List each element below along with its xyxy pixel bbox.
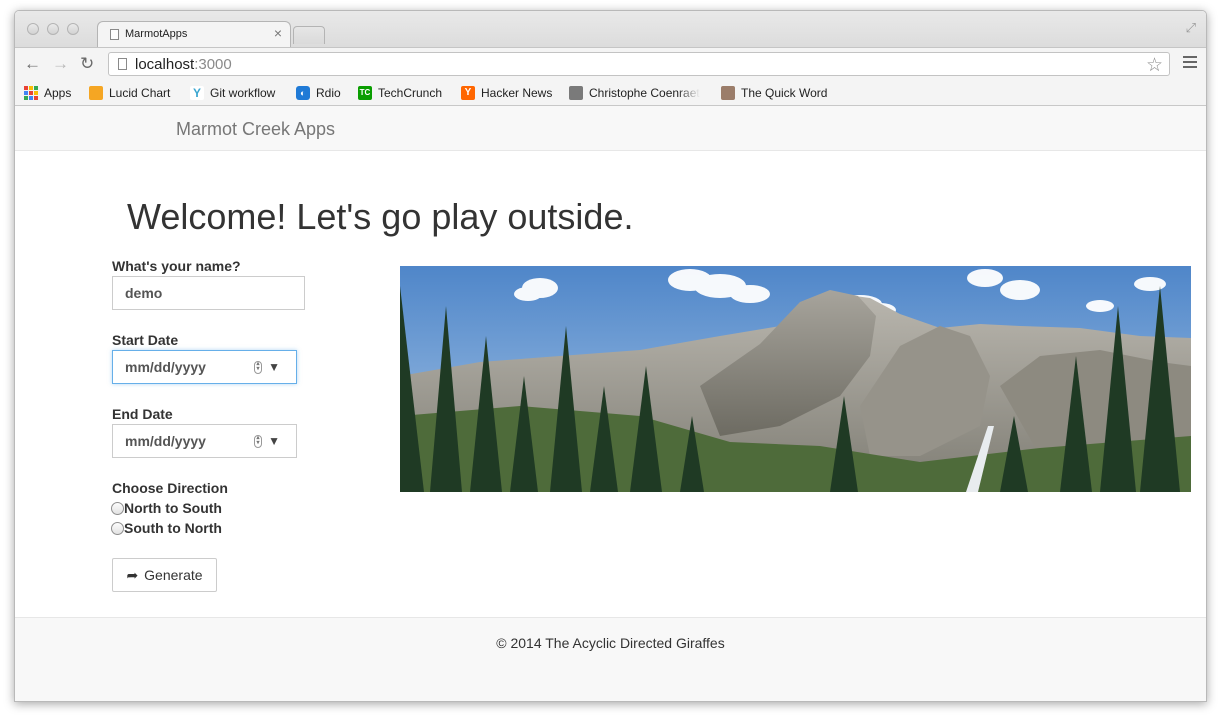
menu-icon[interactable] [1183, 56, 1197, 71]
rdio-icon: ◐ [296, 86, 310, 100]
bookmark-techcrunch[interactable]: TC TechCrunch [358, 84, 442, 102]
radio-label: North to South [124, 500, 222, 516]
close-tab-icon[interactable]: × [274, 25, 282, 41]
radio-button[interactable] [111, 521, 124, 535]
bookmark-lucid-chart[interactable]: Lucid Chart [89, 84, 170, 102]
bookmark-the-quick-word[interactable]: The Quick Word [721, 84, 827, 102]
zoom-window-button[interactable] [67, 23, 79, 35]
bookmark-label: Rdio [316, 86, 341, 100]
spinner-icon[interactable]: ▴ ▾ [254, 361, 262, 374]
browser-window: MarmotApps × ⤢ ← → ↻ localhost:3000 ☆ Ap… [14, 10, 1207, 702]
new-tab-button[interactable] [293, 26, 325, 44]
site-footer: © 2014 The Acyclic Directed Giraffes [15, 617, 1206, 701]
reload-icon[interactable]: ↻ [80, 55, 94, 73]
bookmark-label: Git workflow [210, 86, 276, 100]
back-arrow-icon[interactable]: ← [24, 55, 41, 73]
start-date-placeholder: mm/dd/yyyy [125, 359, 206, 375]
minimize-window-button[interactable] [47, 23, 59, 35]
spinner-icon[interactable]: ▴ ▾ [254, 435, 262, 448]
bookmark-hacker-news[interactable]: Y Hacker News [461, 84, 552, 102]
git-icon: Y [190, 86, 204, 100]
bookmark-label: TechCrunch [378, 86, 443, 100]
browser-toolbar: ← → ↻ localhost:3000 ☆ [15, 47, 1206, 82]
site-navbar: Marmot Creek Apps [15, 106, 1206, 151]
web-page: Marmot Creek Apps Welcome! Let's go play… [15, 106, 1206, 701]
name-input-value: demo [125, 285, 163, 301]
start-date-label: Start Date [112, 332, 179, 348]
hacker-news-icon: Y [461, 86, 475, 100]
tab-strip: MarmotApps × ⤢ [15, 11, 1206, 48]
radio-button[interactable] [111, 501, 124, 515]
tab-title: MarmotApps [125, 28, 188, 40]
close-window-button[interactable] [27, 23, 39, 35]
direction-label: Choose Direction [112, 480, 228, 496]
avatar-icon [569, 86, 583, 100]
share-arrow-icon: ➦ [126, 566, 139, 583]
end-date-placeholder: mm/dd/yyyy [125, 433, 206, 449]
apps-grid-icon [24, 86, 38, 100]
bookmark-christophe-coenraet[interactable]: Christophe Coenraet [569, 84, 700, 102]
name-label: What's your name? [112, 258, 241, 274]
fullscreen-icon[interactable]: ⤢ [1186, 20, 1196, 36]
generate-label: Generate [144, 567, 203, 583]
techcrunch-icon: TC [358, 86, 372, 100]
radio-north-to-south[interactable]: North to South [111, 500, 222, 516]
bookmark-apps[interactable]: Apps [24, 84, 71, 102]
bookmark-label: Lucid Chart [109, 86, 171, 100]
name-input[interactable]: demo [112, 276, 305, 310]
star-icon[interactable]: ☆ [1146, 54, 1163, 77]
url-text[interactable]: localhost:3000 [135, 56, 232, 73]
page-icon [110, 29, 119, 40]
dropdown-caret-icon[interactable]: ▼ [268, 360, 280, 374]
page-title: Welcome! Let's go play outside. [127, 196, 634, 237]
bookmark-label: Christophe Coenraet [589, 86, 700, 100]
radio-south-to-north[interactable]: South to North [111, 520, 222, 536]
url-port: :3000 [194, 56, 232, 73]
forward-arrow-icon[interactable]: → [52, 55, 69, 73]
bookmark-label: Apps [44, 86, 72, 100]
bookmark-git-workflow[interactable]: Y Git workflow [190, 84, 275, 102]
start-date-input[interactable]: mm/dd/yyyy ▴ ▾ ▼ [112, 350, 297, 384]
navbar-brand-link[interactable]: Marmot Creek Apps [176, 119, 335, 140]
radio-label: South to North [124, 520, 222, 536]
generate-button[interactable]: ➦ Generate [112, 558, 217, 592]
bookmark-rdio[interactable]: ◐ Rdio [296, 84, 341, 102]
url-host: localhost [135, 56, 195, 73]
footer-copyright: © 2014 The Acyclic Directed Giraffes [496, 635, 725, 651]
bookmark-label: The Quick Word [741, 86, 828, 100]
lucid-chart-icon [89, 86, 103, 100]
page-icon [118, 58, 127, 70]
bookmarks-bar: Apps Lucid Chart Y Git workflow ◐ Rdio T… [15, 81, 1206, 106]
end-date-label: End Date [112, 406, 173, 422]
bookmark-label: Hacker News [481, 86, 553, 100]
tab-marmotapps[interactable]: MarmotApps × [97, 21, 291, 48]
quick-word-icon [721, 86, 735, 100]
address-bar[interactable]: localhost:3000 ☆ [108, 52, 1170, 76]
yosemite-panorama-image [400, 266, 1191, 492]
end-date-input[interactable]: mm/dd/yyyy ▴ ▾ ▼ [112, 424, 297, 458]
dropdown-caret-icon[interactable]: ▼ [268, 434, 280, 448]
